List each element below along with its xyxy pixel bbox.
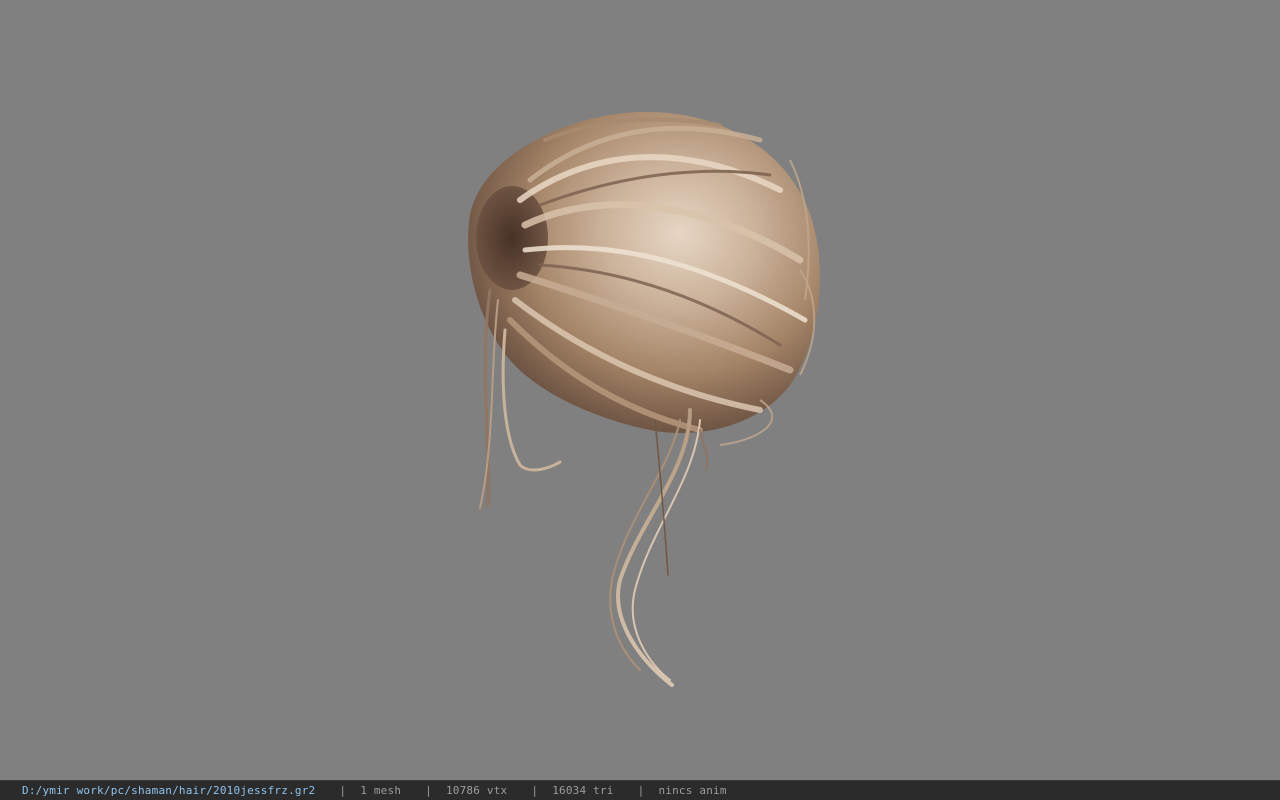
file-path-label: D:/ymir work/pc/shaman/hair/2010jessfrz.… (22, 784, 316, 797)
separator: | (425, 784, 432, 797)
separator: | (531, 784, 539, 797)
3d-viewport[interactable] (0, 0, 1280, 780)
hair-model-render (468, 111, 820, 687)
triangle-count-label: 16034 tri (552, 784, 614, 797)
separator: | (339, 784, 347, 797)
mesh-count-label: 1 mesh (360, 784, 402, 797)
vertex-count-label: 10786 vtx (445, 784, 508, 797)
separator: | (637, 784, 645, 797)
animation-status-label: nincs anim (658, 784, 727, 797)
status-bar: D:/ymir work/pc/shaman/hair/2010jessfrz.… (0, 780, 1280, 800)
